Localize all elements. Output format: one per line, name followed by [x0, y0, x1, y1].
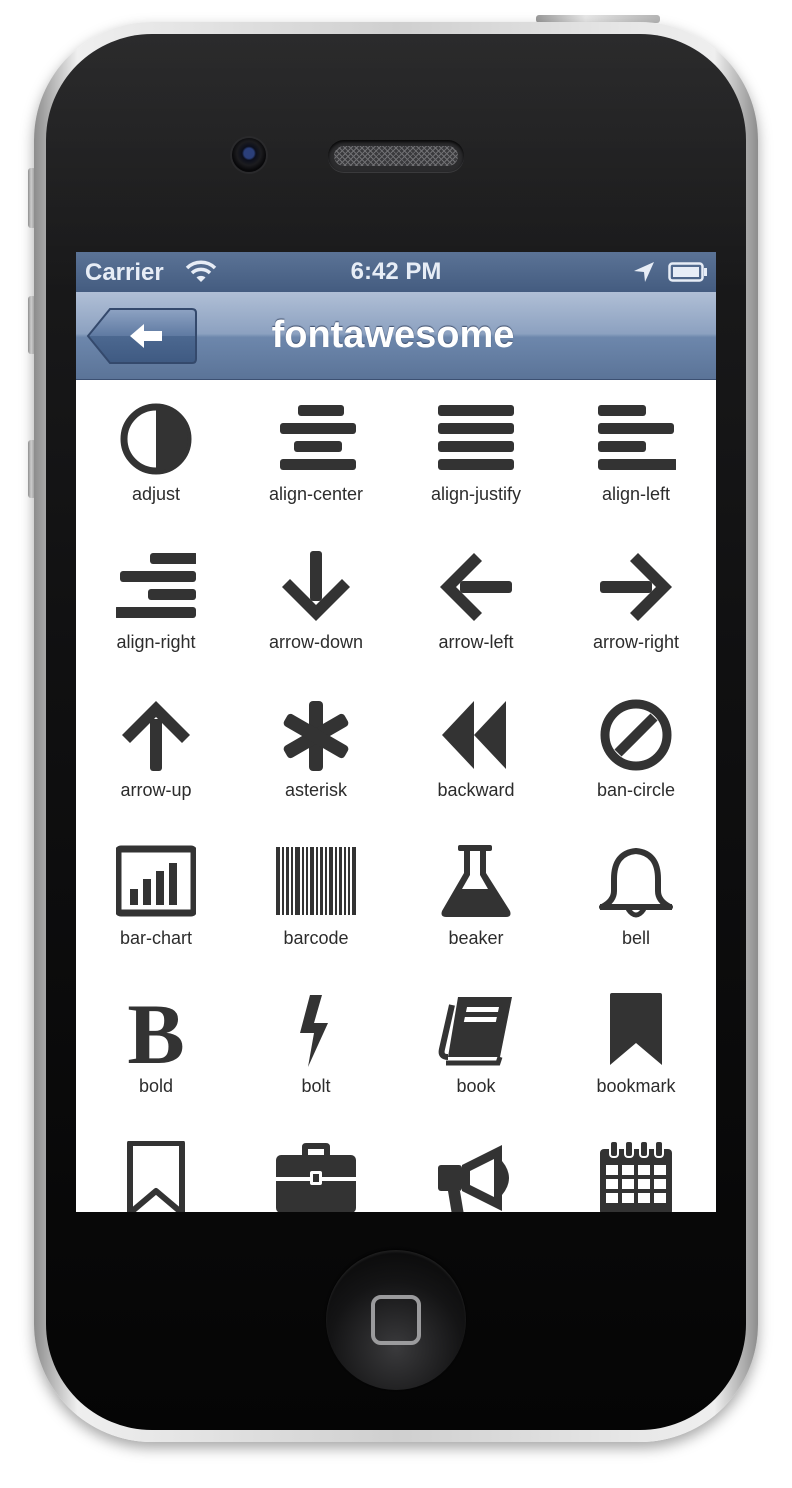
home-square-icon [371, 1295, 421, 1345]
icon-cell-bar-chart[interactable]: bar-chart [76, 825, 236, 973]
icon-cell-arrow-left[interactable]: arrow-left [396, 529, 556, 677]
icon-label: align-justify [430, 484, 522, 504]
book-icon [438, 997, 512, 1066]
arrow-up-icon [122, 701, 190, 771]
icon-cell-beaker[interactable]: beaker [396, 825, 556, 973]
icon-cell-arrow-up[interactable]: arrow-up [76, 677, 236, 825]
beaker-icon [441, 845, 511, 917]
icon-label: bell [621, 928, 651, 948]
arrow-left-icon [440, 553, 512, 621]
icon-cell-bookmark-empty[interactable] [76, 1121, 236, 1212]
icon-label: align-right [116, 632, 196, 652]
icon-label: bar-chart [119, 928, 193, 948]
icon-cell-align-left[interactable]: align-left [556, 381, 716, 529]
earpiece-speaker [328, 140, 464, 172]
icon-cell-bookmark[interactable]: bookmark [556, 973, 716, 1121]
icon-cell-align-justify[interactable]: align-justify [396, 381, 556, 529]
icon-label: asterisk [284, 780, 347, 800]
icon-label: arrow-up [120, 780, 192, 800]
bullhorn-icon [438, 1145, 509, 1212]
status-bar: Carrier 6:42 PM [76, 252, 716, 292]
bookmark-icon [610, 993, 662, 1065]
icon-cell-bell[interactable]: bell [556, 825, 716, 973]
icon-cell-adjust[interactable]: adjust [76, 381, 236, 529]
home-button[interactable] [326, 1250, 466, 1390]
icon-label: barcode [283, 928, 349, 948]
icon-cell-book[interactable]: book [396, 973, 556, 1121]
bar-chart-icon [116, 845, 196, 917]
status-time: 6:42 PM [350, 258, 442, 285]
icon-cell-bolt[interactable]: bolt [236, 973, 396, 1121]
icon-cell-backward[interactable]: backward [396, 677, 556, 825]
icon-cell-arrow-down[interactable]: arrow-down [236, 529, 396, 677]
icon-label: book [456, 1076, 496, 1096]
align-right-icon [116, 553, 196, 618]
icon-label: ban-circle [596, 780, 676, 800]
front-camera [232, 138, 266, 172]
icon-cell-barcode[interactable]: barcode [236, 825, 396, 973]
align-justify-icon [438, 405, 514, 470]
adjust-icon [120, 403, 192, 475]
arrow-down-icon [282, 551, 350, 621]
icon-cell-ban-circle[interactable]: ban-circle [556, 677, 716, 825]
icon-label: bold [138, 1076, 174, 1096]
icon-label: arrow-down [268, 632, 364, 652]
icon-cell-align-center[interactable]: align-center [236, 381, 396, 529]
page-title: fontawesome [271, 314, 515, 356]
icon-cell-bullhorn[interactable] [396, 1121, 556, 1212]
svg-text:B: B [127, 993, 184, 1073]
battery-icon [668, 262, 707, 282]
icon-cell-arrow-right[interactable]: arrow-right [556, 529, 716, 677]
icon-label: backward [437, 780, 515, 800]
icon-cell-align-right[interactable]: align-right [76, 529, 236, 677]
ban-circle-icon [600, 699, 672, 771]
bookmark-empty-icon [127, 1141, 185, 1212]
icon-label: adjust [131, 484, 181, 504]
align-left-icon [598, 405, 676, 470]
location-arrow-icon [634, 262, 654, 282]
app-screen: Carrier 6:42 PM fontawesome adjust align… [76, 252, 716, 1212]
bolt-icon [300, 995, 328, 1067]
icon-label: arrow-right [592, 632, 680, 652]
backward-icon [442, 701, 506, 769]
navigation-bar: fontawesome [76, 292, 716, 380]
arrow-right-icon [600, 553, 672, 621]
icon-cell-bold[interactable]: B bold [76, 973, 236, 1121]
bold-icon: B [127, 993, 184, 1073]
briefcase-icon [276, 1143, 356, 1212]
barcode-icon [276, 847, 356, 915]
asterisk-icon [283, 701, 349, 771]
icon-label: bookmark [596, 1076, 676, 1096]
icon-cell-calendar[interactable] [556, 1121, 716, 1212]
align-center-icon [280, 405, 356, 470]
bell-icon [599, 848, 673, 918]
icon-label: arrow-left [438, 632, 514, 652]
icon-cell-briefcase[interactable] [236, 1121, 396, 1212]
icon-label: align-left [601, 484, 671, 504]
icon-label: bolt [301, 1076, 331, 1096]
icon-label: beaker [448, 928, 504, 948]
icon-cell-asterisk[interactable]: asterisk [236, 677, 396, 825]
calendar-icon [600, 1141, 672, 1212]
icon-label: align-center [268, 484, 364, 504]
